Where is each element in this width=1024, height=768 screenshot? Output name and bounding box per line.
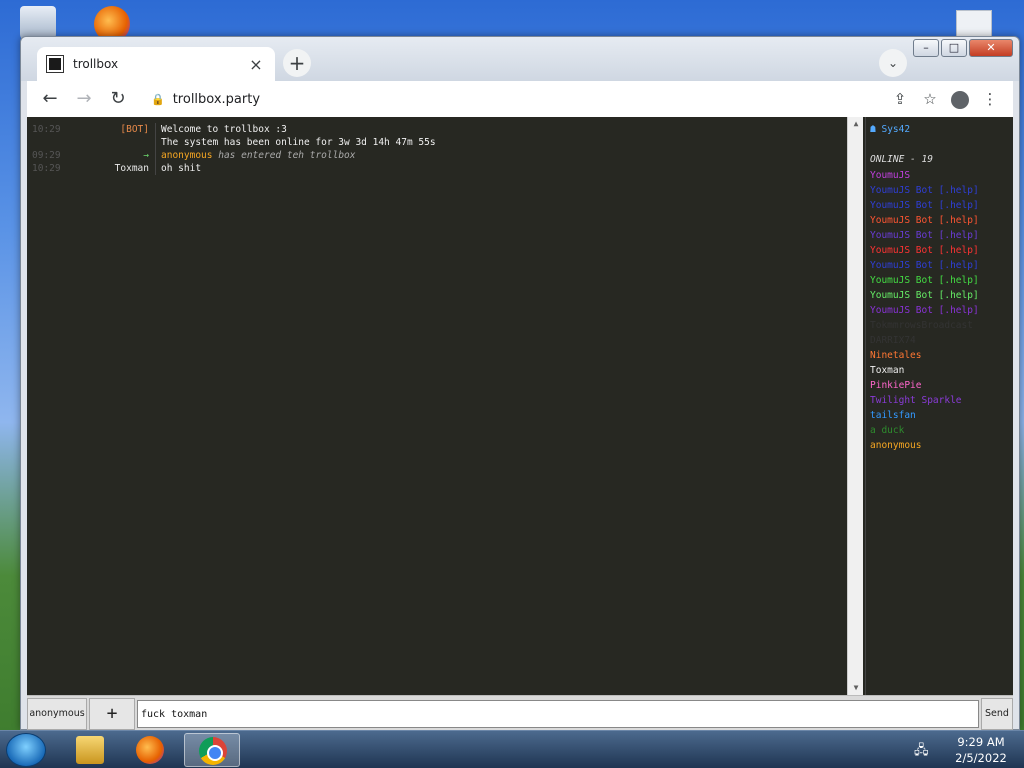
chat-message: 10:29 Toxman oh shit <box>27 162 847 175</box>
message-nick[interactable]: Toxman <box>65 162 155 175</box>
taskbar: 🖧 9:29 AM 2/5/2022 <box>0 730 1024 768</box>
clock[interactable]: 9:29 AM 2/5/2022 <box>944 734 1018 766</box>
scroll-up-arrow-icon[interactable]: ▲ <box>848 117 864 131</box>
message-nick[interactable]: → <box>65 149 155 162</box>
nickname-button[interactable]: anonymous <box>27 698 87 730</box>
online-count: ONLINE - 19 <box>870 154 933 165</box>
start-button[interactable] <box>6 733 46 767</box>
user-list-item[interactable]: YoumuJS Bot [.help] <box>870 273 1009 288</box>
message-time: 10:29 <box>32 163 61 174</box>
url-text[interactable]: trollbox.party <box>173 92 885 107</box>
titlebar: trollbox × + ⌄ – □ ✕ <box>21 37 1019 81</box>
chat-message: The system has been online for 3w 3d 14h… <box>27 136 847 149</box>
profile-button[interactable] <box>945 84 975 114</box>
window-controls: – □ ✕ <box>911 39 1013 57</box>
lock-icon[interactable]: 🔒 <box>151 93 165 106</box>
browser-toolbar: ← → ↻ 🔒 trollbox.party ⇪ ☆ ⋮ <box>27 81 1013 117</box>
maximize-button[interactable]: □ <box>941 39 967 57</box>
back-button[interactable]: ← <box>35 84 65 114</box>
user-list-item[interactable]: tailsfan <box>870 408 1009 423</box>
send-button[interactable]: Send <box>981 698 1013 730</box>
user-list: ☗ Sys42 ONLINE - 19 YoumuJS YoumuJS Bot [… <box>865 117 1013 695</box>
tab-title: trollbox <box>73 57 119 71</box>
message-text: The system has been online for 3w 3d 14h… <box>161 137 436 148</box>
join-text: has entered teh trollbox <box>218 150 356 161</box>
clock-time: 9:29 AM <box>957 735 1005 749</box>
menu-kebab-icon[interactable]: ⋮ <box>975 84 1005 114</box>
share-icon[interactable]: ⇪ <box>885 84 915 114</box>
join-nick[interactable]: anonymous <box>161 150 212 161</box>
chat-scrollbar[interactable]: ▲ ▼ <box>847 117 863 695</box>
bookmark-star-icon[interactable]: ☆ <box>915 84 945 114</box>
chat-message: 09:29 → anonymous has entered teh trollbox <box>27 149 847 162</box>
user-list-item[interactable]: YoumuJS Bot [.help] <box>870 288 1009 303</box>
scroll-down-arrow-icon[interactable]: ▼ <box>848 681 864 695</box>
tab-trollbox[interactable]: trollbox × <box>37 47 275 81</box>
tab-search-button[interactable]: ⌄ <box>879 49 907 77</box>
user-list-item[interactable]: YoumuJS Bot [.help] <box>870 258 1009 273</box>
message-nick[interactable]: [BOT] <box>65 123 155 136</box>
reload-button[interactable]: ↻ <box>103 84 133 114</box>
message-nick[interactable] <box>65 136 155 149</box>
user-list-item[interactable]: Ninetales <box>870 348 1009 363</box>
user-list-item[interactable]: DARRIX74 <box>870 333 1009 348</box>
firefox-icon <box>136 736 164 764</box>
current-user-name: Sys42 <box>881 124 911 135</box>
user-list-item[interactable]: YoumuJS Bot [.help] <box>870 183 1009 198</box>
message-time: 09:29 <box>32 150 61 161</box>
user-list-item[interactable]: YoumuJS Bot [.help] <box>870 228 1009 243</box>
profile-icon <box>951 90 969 109</box>
chat-message: 10:29 [BOT] Welcome to trollbox :3 <box>27 123 847 136</box>
forward-button[interactable]: → <box>69 84 99 114</box>
current-user: ☗ Sys42 <box>870 123 1009 137</box>
tab-close-icon[interactable]: × <box>247 55 265 74</box>
message-text: Welcome to trollbox :3 <box>161 124 287 135</box>
user-list-item[interactable]: PinkiePie <box>870 378 1009 393</box>
address-bar[interactable]: 🔒 trollbox.party <box>141 84 885 114</box>
message-text: anonymous has entered teh trollbox <box>156 149 356 162</box>
user-list-item[interactable]: a duck <box>870 423 1009 438</box>
user-list-item[interactable]: anonymous <box>870 438 1009 453</box>
user-list-item[interactable]: YoumuJS Bot [.help] <box>870 198 1009 213</box>
message-time: 10:29 <box>32 124 61 135</box>
network-icon[interactable]: 🖧 <box>914 741 929 763</box>
user-list-item[interactable]: Twilight Sparkle <box>870 393 1009 408</box>
user-icon: ☗ <box>870 124 876 135</box>
taskbar-firefox[interactable] <box>122 733 178 767</box>
user-list-item[interactable]: TokmmrowsBroadcast <box>870 318 1009 333</box>
user-list-item[interactable]: YoumuJS Bot [.help] <box>870 213 1009 228</box>
close-window-button[interactable]: ✕ <box>969 39 1013 57</box>
message-time <box>27 136 65 149</box>
user-list-item[interactable]: YoumuJS Bot [.help] <box>870 243 1009 258</box>
message-text: oh shit <box>161 163 202 174</box>
plus-button[interactable]: + <box>89 698 135 730</box>
user-list-item[interactable]: YoumuJS Bot [.help] <box>870 303 1009 318</box>
minimize-button[interactable]: – <box>913 39 939 57</box>
chat-log[interactable]: 10:29 [BOT] Welcome to trollbox :3 The syst… <box>27 117 847 695</box>
trollbox-page: 10:29 [BOT] Welcome to trollbox :3 The syst… <box>27 117 1013 731</box>
message-input[interactable] <box>137 700 979 728</box>
input-bar: anonymous + Send <box>27 695 1013 731</box>
online-users: YoumuJS YoumuJS Bot [.help] YoumuJS Bot [.… <box>870 168 1009 453</box>
taskbar-explorer[interactable] <box>62 733 118 767</box>
taskbar-chrome[interactable] <box>184 733 240 767</box>
folder-icon <box>76 736 104 764</box>
browser-window: trollbox × + ⌄ – □ ✕ ← → ↻ 🔒 trollbox.pa… <box>20 36 1020 731</box>
user-list-item[interactable]: YoumuJS <box>870 168 1009 183</box>
new-tab-button[interactable]: + <box>283 49 311 77</box>
chrome-icon <box>199 737 227 765</box>
trollbox-favicon-icon <box>46 55 64 73</box>
clock-date: 2/5/2022 <box>955 751 1007 765</box>
user-list-item[interactable]: Toxman <box>870 363 1009 378</box>
